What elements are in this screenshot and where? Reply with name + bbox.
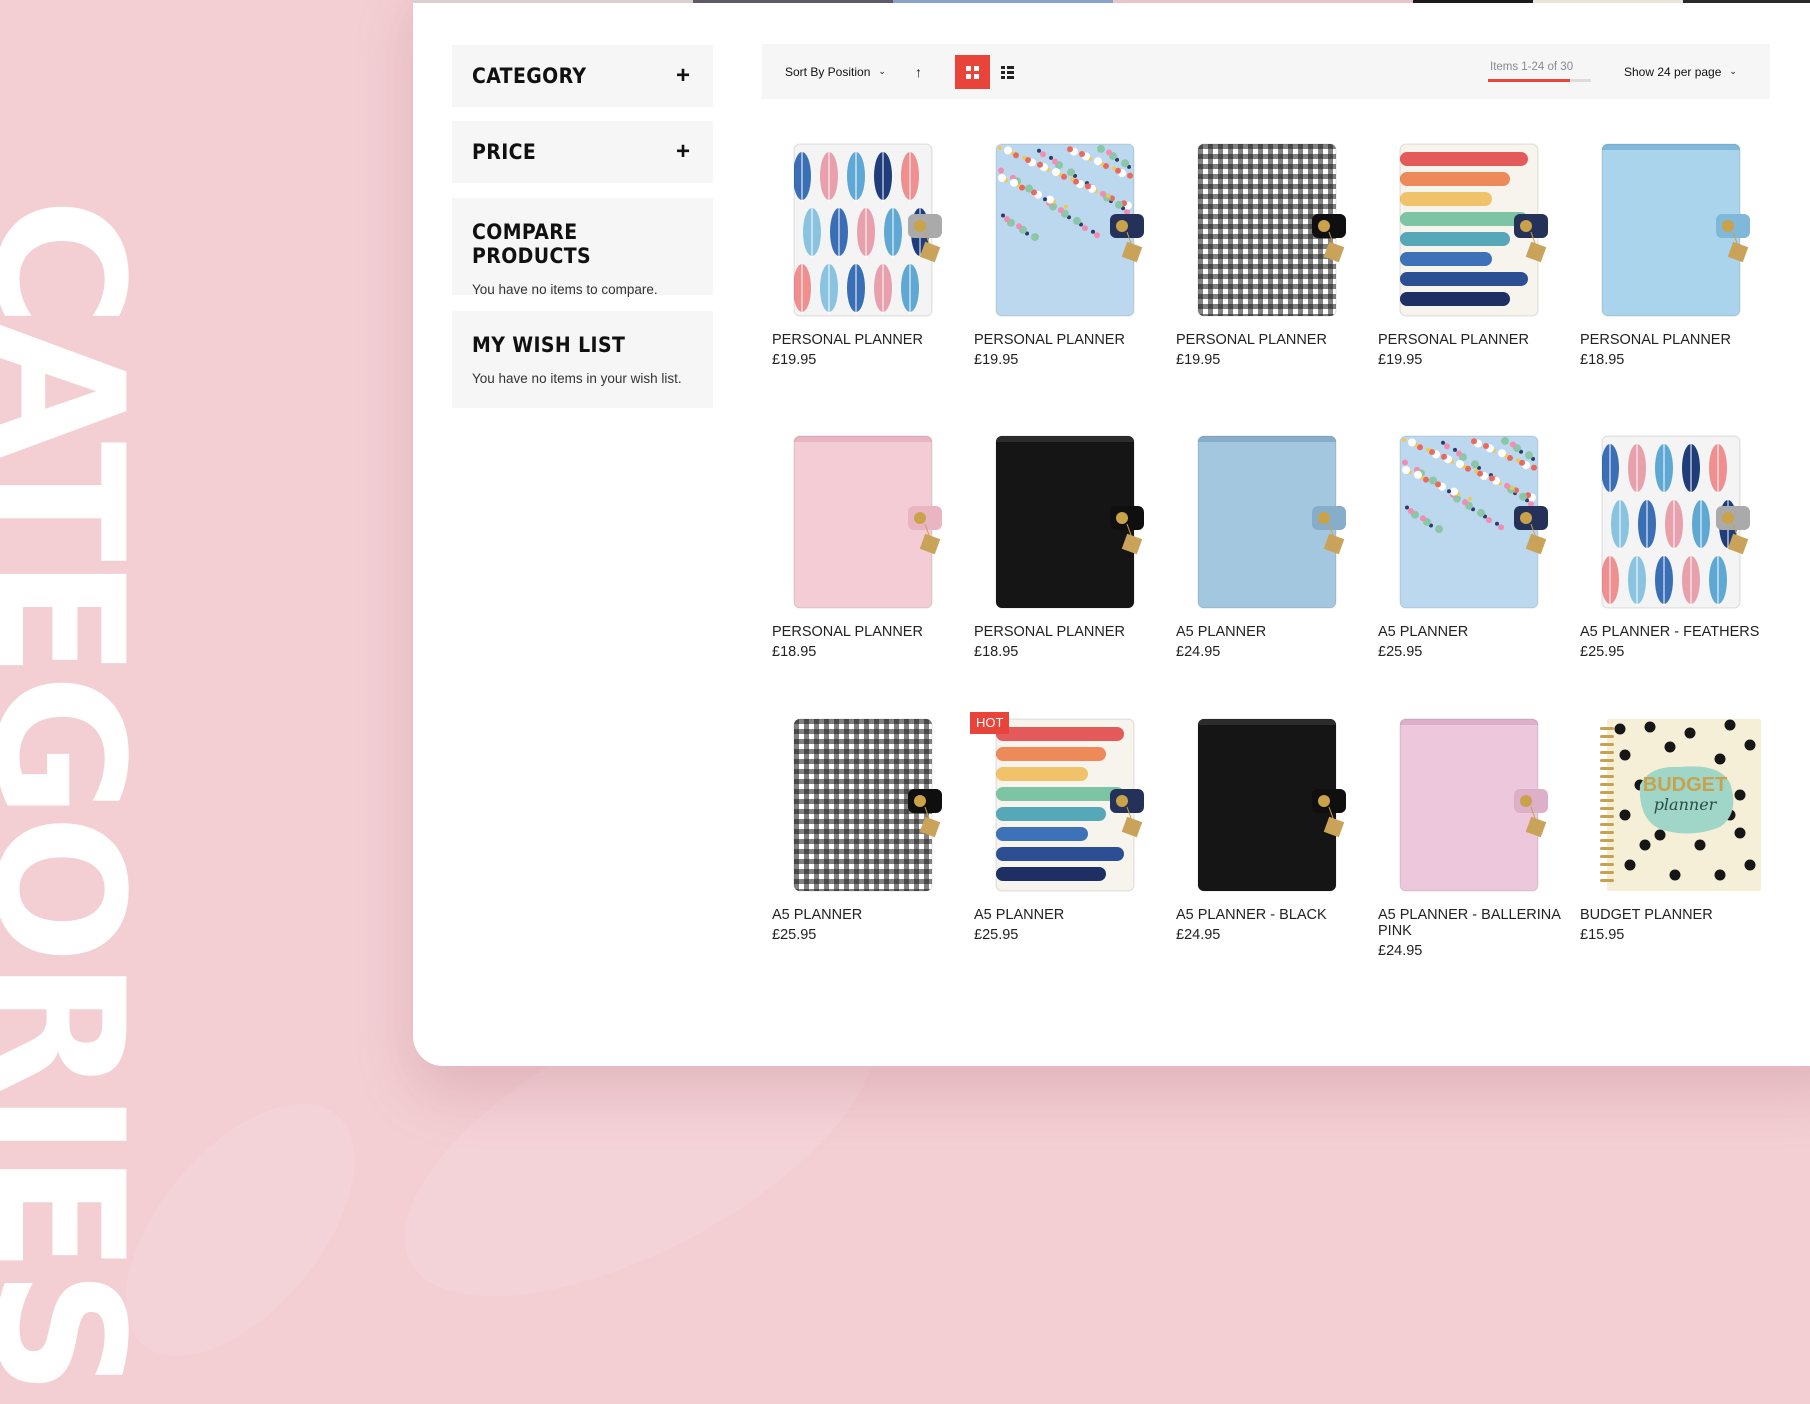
categories-banner-text: CATEGORIES <box>0 197 161 1393</box>
product-name[interactable]: PERSONAL PLANNER <box>974 624 1164 640</box>
product-price: £15.95 <box>1580 927 1625 943</box>
items-progress-fill <box>1488 79 1571 82</box>
product-price: £18.95 <box>772 644 817 660</box>
items-count: Items 1-24 of 30 <box>1490 61 1574 73</box>
product-image[interactable] <box>1176 432 1366 612</box>
per-page-label: Show 24 per page <box>1624 64 1722 79</box>
product-card[interactable]: PERSONAL PLANNER £18.95 <box>772 432 962 692</box>
list-view-button[interactable] <box>990 55 1025 89</box>
product-name[interactable]: PERSONAL PLANNER <box>1378 332 1568 348</box>
product-image[interactable] <box>974 432 1164 612</box>
product-price: £19.95 <box>974 352 1019 368</box>
product-image[interactable] <box>1378 432 1568 612</box>
product-card[interactable]: A5 PLANNER - BALLERINA PINK £24.95 <box>1378 715 1568 975</box>
product-name[interactable]: PERSONAL PLANNER <box>1580 332 1770 348</box>
grid-icon <box>966 65 979 79</box>
product-price: £24.95 <box>1176 927 1221 943</box>
category-filter-title: CATEGORY <box>472 64 587 88</box>
product-card[interactable]: A5 PLANNER £25.95 <box>1378 432 1568 692</box>
product-price: £24.95 <box>1378 943 1423 959</box>
expand-plus-icon[interactable]: + <box>673 138 693 166</box>
product-price: £25.95 <box>1378 644 1423 660</box>
sort-dropdown[interactable]: Sort By Position ⌄ <box>785 44 886 99</box>
toolbar: Sort By Position ⌄ ↑ Show 24 per page ⌄ <box>762 44 1770 99</box>
product-card[interactable]: A5 PLANNER £24.95 <box>1176 432 1366 692</box>
product-name[interactable]: A5 PLANNER <box>1176 624 1366 640</box>
per-page-dropdown[interactable]: Show 24 per page ⌄ <box>1624 44 1737 99</box>
items-progress-bar <box>1488 79 1591 82</box>
product-price: £19.95 <box>1378 352 1423 368</box>
chevron-down-icon: ⌄ <box>878 66 886 76</box>
product-name[interactable]: A5 PLANNER <box>772 907 962 923</box>
product-price: £18.95 <box>974 644 1019 660</box>
compare-products-title: COMPARE PRODUCTS <box>472 220 592 268</box>
wish-list-text: You have no items in your wish list. <box>472 371 682 386</box>
wish-list-block: MY WISH LIST You have no items in your w… <box>452 311 713 408</box>
product-price: £19.95 <box>772 352 817 368</box>
product-image[interactable] <box>1580 140 1770 320</box>
product-name[interactable]: PERSONAL PLANNER <box>1176 332 1366 348</box>
product-image[interactable] <box>772 432 962 612</box>
product-card[interactable]: A5 PLANNER £25.95 <box>772 715 962 975</box>
budget-cover-title: BUDGET <box>1642 774 1728 796</box>
category-filter[interactable]: CATEGORY + <box>452 45 713 107</box>
expand-plus-icon[interactable]: + <box>673 62 693 90</box>
product-card[interactable]: PERSONAL PLANNER £18.95 <box>1580 140 1770 400</box>
product-image[interactable] <box>772 715 962 895</box>
product-image[interactable] <box>1580 432 1770 612</box>
product-card[interactable]: PERSONAL PLANNER £19.95 <box>772 140 962 400</box>
top-image-strip <box>413 0 1810 3</box>
product-price: £24.95 <box>1176 644 1221 660</box>
product-card[interactable]: PERSONAL PLANNER £18.95 <box>974 432 1164 692</box>
price-filter[interactable]: PRICE + <box>452 121 713 183</box>
product-card[interactable]: BUDGET planner BUDGET PLANNER £15.95 <box>1580 715 1770 975</box>
compare-products-block: COMPARE PRODUCTS You have no items to co… <box>452 198 713 297</box>
product-name[interactable]: BUDGET PLANNER <box>1580 907 1770 923</box>
product-name[interactable]: A5 PLANNER - BLACK <box>1176 907 1366 923</box>
product-card[interactable]: PERSONAL PLANNER £19.95 <box>974 140 1164 400</box>
product-card[interactable]: A5 PLANNER - FEATHERS £25.95 <box>1580 432 1770 692</box>
sort-direction-button[interactable]: ↑ <box>915 44 922 99</box>
list-icon <box>1001 65 1014 79</box>
product-name[interactable]: PERSONAL PLANNER <box>974 332 1164 348</box>
product-name[interactable]: A5 PLANNER <box>974 907 1164 923</box>
price-filter-title: PRICE <box>472 140 537 164</box>
product-image[interactable] <box>772 140 962 320</box>
sort-label: Sort By Position <box>785 64 871 79</box>
product-price: £19.95 <box>1176 352 1221 368</box>
product-price: £25.95 <box>1580 644 1625 660</box>
product-price: £25.95 <box>974 927 1019 943</box>
wish-list-title: MY WISH LIST <box>472 333 626 357</box>
product-price: £25.95 <box>772 927 817 943</box>
budget-cover-subtitle: planner <box>1653 795 1717 814</box>
product-name[interactable]: PERSONAL PLANNER <box>772 332 962 348</box>
categories-banner: CATEGORIES <box>0 198 161 1392</box>
product-image[interactable] <box>974 140 1164 320</box>
compare-products-text: You have no items to compare. <box>472 282 658 297</box>
product-name[interactable]: A5 PLANNER - BALLERINA PINK <box>1378 907 1568 939</box>
grid-view-button[interactable] <box>955 55 990 89</box>
chevron-down-icon: ⌄ <box>1729 66 1737 76</box>
product-card[interactable]: PERSONAL PLANNER £19.95 <box>1176 140 1366 400</box>
product-image[interactable] <box>974 715 1164 895</box>
product-image[interactable] <box>1176 140 1366 320</box>
product-image[interactable] <box>1176 715 1366 895</box>
product-price: £18.95 <box>1580 352 1625 368</box>
product-card[interactable]: HOT A5 PLANNER £25.95 <box>970 712 1164 975</box>
product-card[interactable]: PERSONAL PLANNER £19.95 <box>1378 140 1568 400</box>
product-card[interactable]: A5 PLANNER - BLACK £24.95 <box>1176 715 1366 975</box>
product-image[interactable] <box>1378 715 1568 895</box>
product-name[interactable]: A5 PLANNER - FEATHERS <box>1580 624 1770 640</box>
product-image[interactable] <box>1378 140 1568 320</box>
hot-badge: HOT <box>970 712 1010 734</box>
arrow-up-icon: ↑ <box>915 63 922 80</box>
product-name[interactable]: PERSONAL PLANNER <box>772 624 962 640</box>
product-name[interactable]: A5 PLANNER <box>1378 624 1568 640</box>
